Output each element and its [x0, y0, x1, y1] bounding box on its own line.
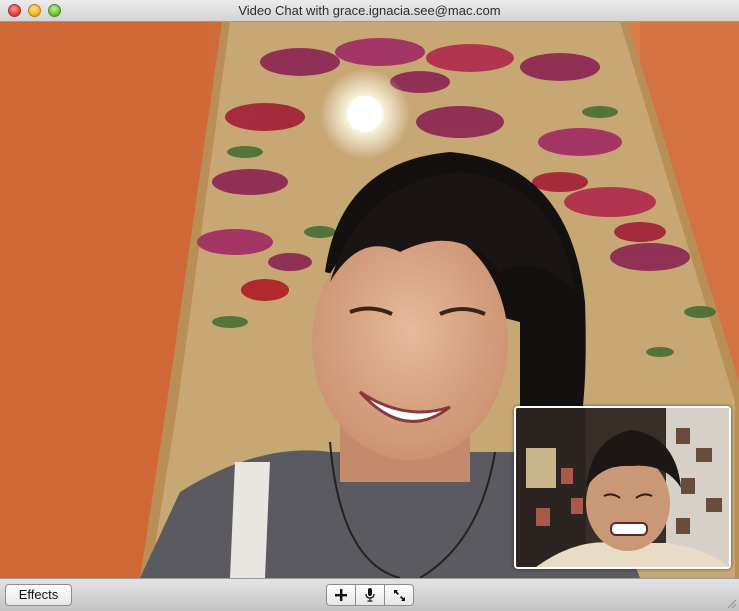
microphone-icon	[365, 588, 375, 602]
fullscreen-arrows-icon	[393, 589, 405, 601]
title-bar[interactable]: Video Chat with grace.ignacia.see@mac.co…	[0, 0, 739, 22]
fullscreen-button[interactable]	[384, 585, 413, 605]
effects-button[interactable]: Effects	[5, 584, 72, 606]
add-participant-button[interactable]	[327, 585, 355, 605]
bottom-toolbar: Effects	[0, 578, 739, 611]
resize-grip-icon[interactable]	[725, 597, 737, 609]
plus-icon	[335, 589, 347, 601]
window-title: Video Chat with grace.ignacia.see@mac.co…	[238, 3, 501, 18]
self-preview-video[interactable]	[514, 406, 731, 569]
call-controls	[326, 584, 414, 606]
video-chat-window: Video Chat with grace.ignacia.see@mac.co…	[0, 0, 739, 611]
mute-button[interactable]	[355, 585, 384, 605]
